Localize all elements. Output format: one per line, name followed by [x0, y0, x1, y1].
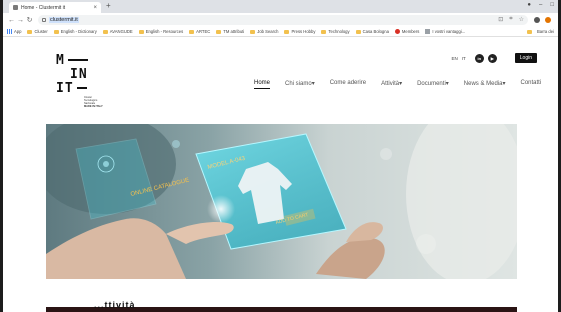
maximize-icon[interactable]: □	[550, 2, 554, 8]
screenshot-icon[interactable]: ⊡	[498, 16, 503, 23]
hero-image: ONLINE CATALOGUE MODEL A-043 ADD TO CART	[46, 124, 517, 279]
bookmark-item[interactable]: English - Dictionary	[53, 29, 97, 34]
folder-icon	[189, 29, 195, 34]
omnibox-icons: ⊡ ⌗ ☆	[498, 16, 524, 23]
apps-icon	[7, 29, 12, 34]
bookmark-label: Members	[401, 29, 420, 34]
bookmark-label: App	[14, 29, 22, 34]
bookmark-item[interactable]: Casa Bologna	[355, 29, 389, 34]
other-bookmarks[interactable]: Barra dei	[527, 29, 554, 34]
lang-en[interactable]: EN	[452, 56, 458, 61]
bookmark-item[interactable]: App	[7, 29, 21, 34]
tab-title: Home - Clustermit it	[21, 4, 66, 11]
logo-bar	[76, 87, 87, 89]
folder-icon	[284, 29, 290, 34]
bookmark-item[interactable]: AVANGUDE	[102, 29, 133, 34]
bookmark-item[interactable]: Press Hobby	[284, 29, 315, 34]
main-nav: Home Chi siamo▾ Come aderire Attività▾ Docum…	[254, 80, 556, 89]
bookmark-label: Technology	[328, 29, 350, 34]
header-utilities: EN IT in ▶ Login	[452, 53, 537, 63]
bookmark-label: TM attributi	[223, 29, 245, 34]
nav-item[interactable]: Contatti	[521, 80, 542, 89]
folder-icon	[138, 29, 144, 34]
bookmark-label: ARTEC	[196, 29, 211, 34]
logo-bar	[67, 59, 88, 61]
nav-item[interactable]: News & Media▾	[464, 80, 506, 89]
nav-item[interactable]: Chi siamo▾	[285, 80, 315, 89]
bookmark-item[interactable]: ARTEC	[189, 29, 210, 34]
bookmark-item[interactable]: Job Search	[250, 29, 278, 34]
avatar[interactable]	[545, 17, 551, 23]
grid-icon[interactable]: ⌗	[509, 16, 512, 23]
bookmark-item[interactable]: Members	[394, 29, 420, 34]
folder-icon	[250, 29, 256, 34]
reload-icon[interactable]: ↻	[25, 16, 34, 24]
tab-home[interactable]: Home - Clustermit it ×	[9, 2, 101, 13]
bookmark-item[interactable]: TM attributi	[216, 29, 244, 34]
other-bookmarks-label: Barra dei	[537, 29, 554, 34]
logo-letters-it: IT	[56, 80, 74, 96]
address-bar[interactable]: clustermit.it ⊡ ⌗ ☆	[38, 15, 528, 25]
close-tab-icon[interactable]: ×	[93, 5, 97, 11]
nav-item[interactable]: Attività▾	[381, 80, 402, 89]
bookmark-label: Job Search	[257, 29, 279, 34]
folder-icon	[27, 29, 33, 34]
extension-icon[interactable]	[534, 17, 540, 23]
minit-logo[interactable]: M IN IT Cluster Tecnologico Nazionale MA…	[56, 52, 106, 109]
favicon-icon	[13, 5, 18, 10]
record-icon[interactable]: ●	[527, 2, 531, 8]
bookmark-label: Cluster	[34, 29, 48, 34]
folder-icon	[355, 29, 361, 34]
folder-icon	[527, 29, 532, 34]
new-tab-button[interactable]: +	[106, 2, 111, 10]
folder-icon	[321, 29, 327, 34]
tab-strip: Home - Clustermit it × + ● – □	[3, 0, 558, 13]
logo-letter-m: M	[56, 52, 65, 68]
folder-icon	[102, 29, 108, 34]
bookmark-item[interactable]: I vostri vantaggi...	[425, 29, 465, 34]
logo-letters-in: IN	[70, 66, 88, 82]
linkedin-icon[interactable]: in	[474, 53, 484, 63]
browser-window: Home - Clustermit it × + ● – □ ← → ↻ clu…	[0, 0, 561, 312]
hero-illustration: ONLINE CATALOGUE MODEL A-043 ADD TO CART	[46, 124, 517, 279]
bookmark-label: Press Hobby	[291, 29, 316, 34]
forward-icon[interactable]: →	[16, 17, 25, 24]
website-content: M IN IT Cluster Tecnologico Nazionale MA…	[3, 38, 558, 312]
login-button[interactable]: Login	[514, 53, 537, 63]
minimize-icon[interactable]: –	[539, 2, 542, 8]
youtube-icon[interactable]: ▶	[487, 53, 497, 63]
bookmark-item[interactable]: Cluster	[27, 29, 48, 34]
star-icon[interactable]: ☆	[519, 16, 524, 23]
section-heading: ...ttività	[94, 300, 136, 310]
nav-item[interactable]: Documenti▾	[417, 80, 449, 89]
logo-subtitle: Cluster Tecnologico Nazionale MADE IN IT…	[84, 96, 103, 108]
lock-icon[interactable]	[42, 18, 46, 22]
lang-it[interactable]: IT	[462, 56, 466, 61]
bookmarks-bar: App Cluster English - Dictionary AVANGUDE En…	[3, 27, 558, 37]
bookmark-label: Casa Bologna	[362, 29, 389, 34]
bookmark-label: English - Resources	[145, 29, 184, 34]
profile-area	[534, 17, 551, 23]
window-controls: ● – □	[527, 2, 554, 8]
nav-item[interactable]: Come aderire	[330, 80, 366, 89]
back-icon[interactable]: ←	[7, 17, 16, 24]
folder-icon	[53, 29, 59, 34]
bookmark-label: AVANGUDE	[109, 29, 133, 34]
red-dot-icon	[394, 29, 400, 34]
nav-item[interactable]: Home	[254, 80, 271, 89]
url-text[interactable]: clustermit.it	[49, 17, 79, 23]
gray-icon	[425, 29, 431, 34]
bookmark-label: I vostri vantaggi...	[432, 29, 466, 34]
folder-icon	[216, 29, 222, 34]
bookmark-label: English - Dictionary	[60, 29, 97, 34]
bookmark-item[interactable]: Technology	[321, 29, 350, 34]
bookmark-item[interactable]: English - Resources	[138, 29, 184, 34]
address-toolbar: ← → ↻ clustermit.it ⊡ ⌗ ☆	[3, 13, 558, 27]
